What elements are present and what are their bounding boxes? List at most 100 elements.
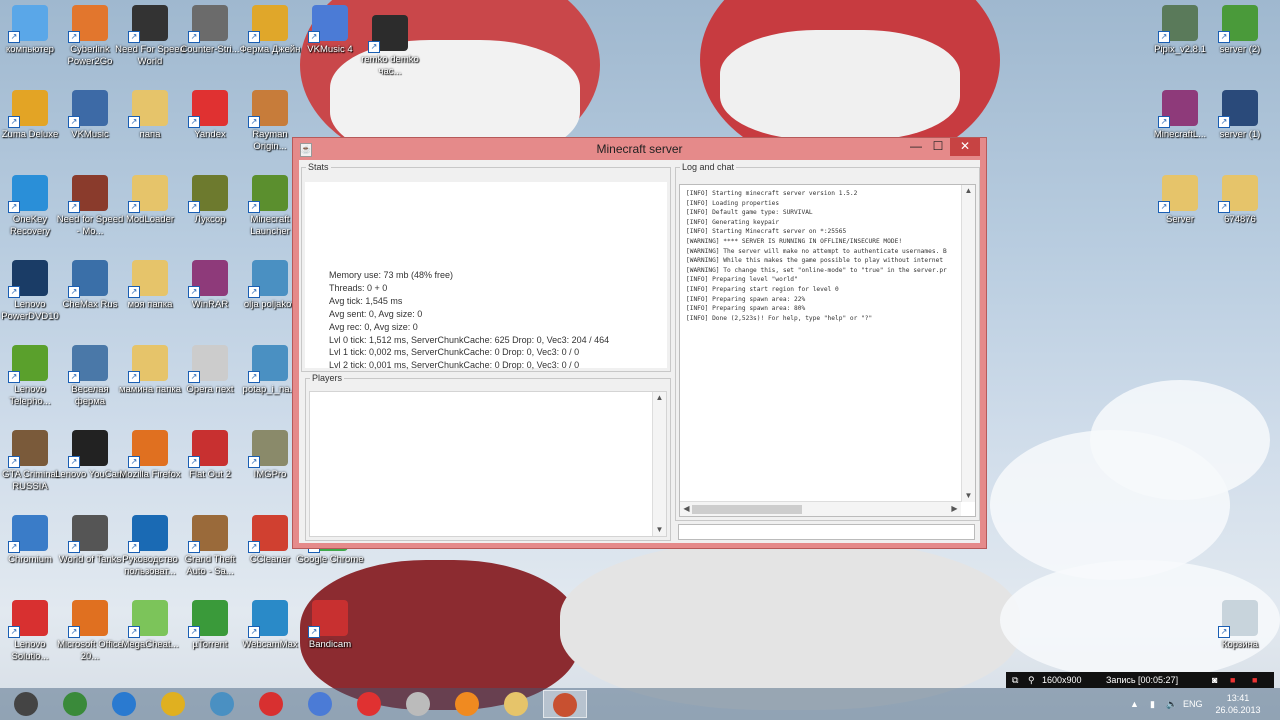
screen-icon[interactable]: ⧉ bbox=[1012, 672, 1018, 688]
taskbar-button-opera[interactable] bbox=[396, 690, 440, 718]
app-icon: ↗ bbox=[1218, 600, 1258, 638]
app-icon: ↗ bbox=[128, 260, 168, 298]
app-icon: ↗ bbox=[68, 430, 108, 468]
log-line: [INFO] Generating keypair bbox=[686, 218, 780, 226]
shortcut-arrow-icon: ↗ bbox=[188, 456, 200, 468]
app-icon: ↗ bbox=[128, 90, 168, 128]
shortcut-arrow-icon: ↗ bbox=[248, 31, 260, 43]
shortcut-arrow-icon: ↗ bbox=[188, 116, 200, 128]
app-icon: ↗ bbox=[248, 90, 288, 128]
desktop-icon[interactable]: ↗ server (2) bbox=[1205, 5, 1275, 85]
log-vscrollbar[interactable]: ▲ ▼ bbox=[961, 185, 975, 502]
log-hscroll-thumb[interactable] bbox=[692, 505, 802, 514]
shortcut-arrow-icon: ↗ bbox=[308, 31, 320, 43]
taskbar-button-game-app[interactable] bbox=[53, 690, 97, 718]
shortcut-arrow-icon: ↗ bbox=[1158, 116, 1170, 128]
taskbar-button-unknown-app[interactable] bbox=[4, 690, 48, 718]
scroll-down-icon[interactable]: ▼ bbox=[962, 490, 975, 502]
java-icon bbox=[553, 693, 577, 717]
shortcut-arrow-icon: ↗ bbox=[128, 286, 140, 298]
maximize-button[interactable]: ☐ bbox=[927, 138, 949, 156]
minimize-button[interactable]: — bbox=[905, 138, 927, 156]
stat-line: Lvl 1 tick: 0,002 ms, ServerChunkCache: … bbox=[329, 347, 580, 358]
shortcut-arrow-icon: ↗ bbox=[188, 31, 200, 43]
taskbar-button-odnoklassniki[interactable] bbox=[445, 690, 489, 718]
opera-icon bbox=[406, 692, 430, 716]
stat-line: Threads: 0 + 0 bbox=[329, 282, 388, 293]
desktop-icon[interactable]: ↗ remko demko час... bbox=[355, 15, 425, 95]
volume-icon[interactable]: 🔈 bbox=[1166, 688, 1177, 720]
shortcut-arrow-icon: ↗ bbox=[1218, 201, 1230, 213]
vkmusic-icon bbox=[308, 692, 332, 716]
shortcut-arrow-icon: ↗ bbox=[8, 541, 20, 553]
search-icon[interactable]: ⚲ bbox=[1028, 672, 1035, 688]
desktop-icon[interactable]: ↗ Корзина bbox=[1205, 600, 1275, 680]
tray-arrow-icon[interactable]: ▲ bbox=[1130, 688, 1139, 720]
log-hscrollbar[interactable]: ◀ ▶ bbox=[680, 501, 961, 516]
language-indicator[interactable]: ENG bbox=[1183, 688, 1203, 720]
taskbar-button-internet-explorer[interactable] bbox=[102, 690, 146, 718]
app-icon: ↗ bbox=[68, 345, 108, 383]
window-title: Minecraft server bbox=[596, 142, 683, 156]
scroll-up-icon[interactable]: ▲ bbox=[653, 392, 666, 404]
log-line: [INFO] Done (2,523s)! For help, type "he… bbox=[686, 314, 873, 322]
shortcut-arrow-icon: ↗ bbox=[128, 201, 140, 213]
yandex-browser-icon bbox=[259, 692, 283, 716]
app-icon: ↗ bbox=[68, 600, 108, 638]
stat-line: Lvl 0 tick: 1,512 ms, ServerChunkCache: … bbox=[329, 334, 610, 345]
taskbar-button-chrome[interactable] bbox=[151, 690, 195, 718]
log-line: [WARNING] The server will make no attemp… bbox=[686, 247, 947, 255]
rec-label: Запись [00:05:27] bbox=[1106, 675, 1179, 685]
players-legend: Players bbox=[312, 373, 343, 383]
close-button[interactable]: ✕ bbox=[950, 138, 980, 156]
odnoklassniki-icon bbox=[455, 692, 479, 716]
app-icon: ↗ bbox=[248, 600, 288, 638]
record-icon[interactable]: ■ bbox=[1230, 672, 1235, 688]
network-icon[interactable]: ▮ bbox=[1150, 688, 1155, 720]
window-client: Stats Memory use: 73 mb (48% free) Thread… bbox=[299, 160, 980, 543]
stat-line: Memory use: 73 mb (48% free) bbox=[329, 270, 454, 280]
players-list[interactable]: ▲ ▼ bbox=[309, 391, 667, 537]
scroll-down-icon[interactable]: ▼ bbox=[653, 524, 666, 536]
desktop-icon[interactable]: ↗ 674876 bbox=[1205, 175, 1275, 255]
scroll-right-icon[interactable]: ▶ bbox=[948, 503, 961, 515]
shortcut-arrow-icon: ↗ bbox=[8, 626, 20, 638]
app-icon: ↗ bbox=[188, 515, 228, 553]
taskbar-button-yandex[interactable] bbox=[347, 690, 391, 718]
log-line: [WARNING] While this makes the game poss… bbox=[686, 257, 944, 265]
desktop-icon-label: Корзина bbox=[1221, 639, 1259, 650]
taskbar-button-olja-app[interactable] bbox=[200, 690, 244, 718]
shortcut-arrow-icon: ↗ bbox=[248, 626, 260, 638]
taskbar-button-vkmusic[interactable] bbox=[298, 690, 342, 718]
app-icon: ↗ bbox=[188, 345, 228, 383]
log-line: [INFO] Preparing spawn area: 22% bbox=[686, 295, 806, 303]
desktop-icon[interactable]: ↗ Bandicam bbox=[295, 600, 365, 680]
taskbar-button-yandex-browser[interactable] bbox=[249, 690, 293, 718]
wallpaper-laces-right bbox=[720, 30, 960, 140]
stop-icon[interactable]: ■ bbox=[1252, 672, 1257, 688]
wallpaper-cloud bbox=[1090, 380, 1270, 500]
stat-line: Avg rec: 0, Avg size: 0 bbox=[329, 321, 418, 332]
log-line: [INFO] Starting Minecraft server on *:25… bbox=[686, 228, 847, 236]
players-scrollbar[interactable]: ▲ ▼ bbox=[652, 392, 666, 536]
log-line: [INFO] Preparing spawn area: 80% bbox=[686, 305, 806, 313]
shortcut-arrow-icon: ↗ bbox=[68, 116, 80, 128]
camera-icon[interactable]: ◙ bbox=[1212, 672, 1217, 688]
app-icon: ↗ bbox=[248, 260, 288, 298]
app-icon: ↗ bbox=[1158, 90, 1198, 128]
scroll-up-icon[interactable]: ▲ bbox=[962, 185, 975, 197]
taskbar-button-java[interactable] bbox=[543, 690, 587, 718]
clock[interactable]: 13:41 26.06.2013 bbox=[1208, 692, 1268, 716]
log-area[interactable]: [INFO] Done (2,523s)! For help, type "he… bbox=[679, 184, 976, 517]
stat-line: Avg sent: 0, Avg size: 0 bbox=[329, 308, 423, 319]
title-bar[interactable]: ☕ Minecraft server — ☐ ✕ bbox=[293, 138, 986, 160]
shortcut-arrow-icon: ↗ bbox=[8, 201, 20, 213]
shortcut-arrow-icon: ↗ bbox=[68, 626, 80, 638]
taskbar-button-explorer[interactable] bbox=[494, 690, 538, 718]
stats-panel: Stats Memory use: 73 mb (48% free) Thread… bbox=[301, 162, 671, 372]
desktop-icon-label: server (2) bbox=[1219, 44, 1261, 55]
desktop-icon[interactable]: ↗ server (1) bbox=[1205, 90, 1275, 170]
chat-input[interactable] bbox=[678, 524, 975, 540]
shortcut-arrow-icon: ↗ bbox=[68, 31, 80, 43]
log-line: [WARNING] **** SERVER IS RUNNING IN OFFL… bbox=[686, 238, 903, 245]
